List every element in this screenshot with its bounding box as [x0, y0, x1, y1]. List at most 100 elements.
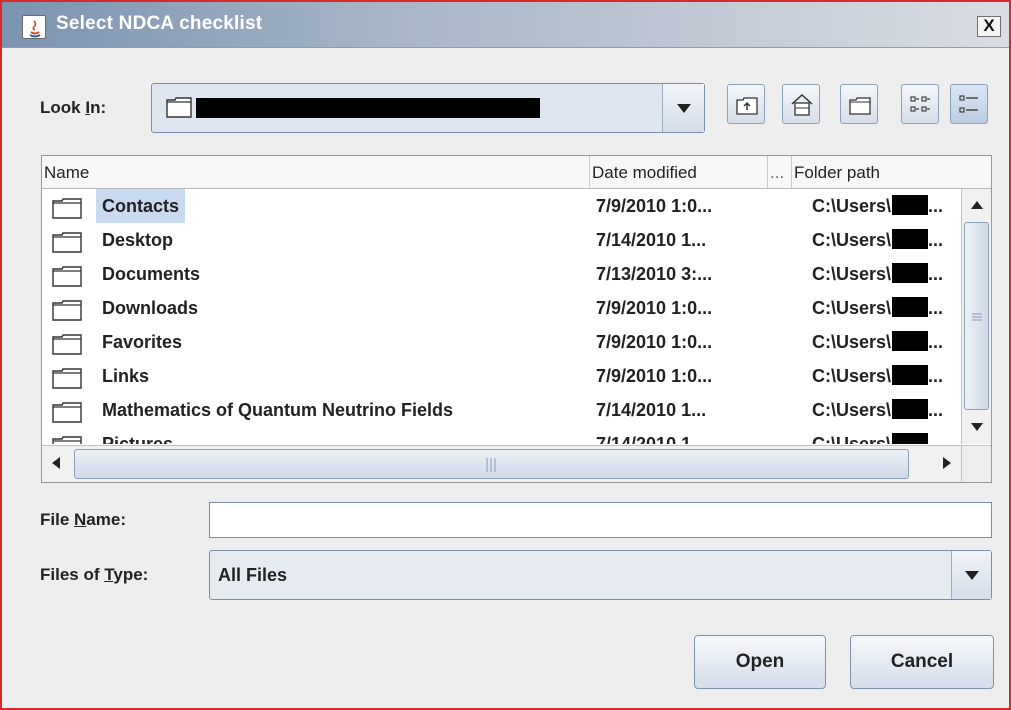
date-modified-cell: 7/9/2010 1:0... — [596, 196, 713, 216]
redacted-username — [892, 263, 929, 283]
folder-path-cell: C:\Users\ — [812, 427, 963, 444]
files-of-type-label: Files of Type: — [40, 565, 149, 584]
scroll-left-button[interactable] — [42, 446, 72, 482]
scroll-down-button[interactable] — [962, 411, 991, 444]
folder-path-text: C:\Users\ — [812, 298, 892, 318]
file-name-text: Desktop — [102, 230, 174, 250]
date-modified-cell: 7/9/2010 1:0... — [596, 298, 713, 318]
close-button[interactable]: X — [977, 16, 1001, 37]
open-button[interactable]: Open — [694, 635, 826, 689]
folder-icon — [52, 366, 82, 393]
table-row[interactable]: Pictures 7/14/2010 1... C:\Users\ — [42, 427, 963, 444]
table-row[interactable]: Links 7/9/2010 1:0... C:\Users\... — [42, 359, 963, 393]
folder-icon — [52, 196, 82, 223]
vertical-scrollbar[interactable] — [961, 189, 991, 444]
redacted-username — [892, 229, 929, 249]
folder-path-suffix: ... — [928, 366, 944, 386]
table-row[interactable]: Mathematics of Quantum Neutrino Fields 7/… — [42, 393, 963, 427]
folder-path-suffix: ... — [928, 196, 944, 216]
files-of-type-dropdown-button[interactable] — [951, 551, 991, 599]
folder-path-cell: C:\Users\... — [812, 291, 963, 325]
redacted-username — [892, 195, 929, 215]
files-of-type-value: All Files — [218, 565, 288, 585]
folder-path-suffix: ... — [928, 298, 944, 318]
file-rows: Contacts 7/9/2010 1:0... C:\Users\... Deskt… — [42, 189, 963, 444]
file-name-cell[interactable]: Favorites — [52, 325, 597, 359]
file-name-text: Favorites — [102, 332, 183, 352]
date-modified-cell: 7/9/2010 1:0... — [596, 332, 713, 352]
file-name-cell[interactable]: Pictures — [52, 427, 597, 444]
folder-icon — [52, 332, 82, 359]
file-name-input[interactable] — [209, 502, 992, 538]
scroll-right-button[interactable] — [933, 446, 963, 482]
table-header: Name Date modified ... Folder path — [42, 156, 991, 189]
folder-icon — [52, 400, 82, 427]
up-one-level-button[interactable] — [727, 84, 765, 124]
file-list-table[interactable]: Name Date modified ... Folder path Conta… — [41, 155, 992, 483]
list-view-button[interactable] — [901, 84, 939, 124]
java-icon — [22, 15, 46, 39]
file-name-text: Mathematics of Quantum Neutrino Fields — [102, 400, 454, 420]
column-header-date-modified[interactable]: Date modified — [590, 156, 768, 189]
files-of-type-combobox[interactable]: All Files — [209, 550, 992, 600]
column-header-ellipsis[interactable]: ... — [768, 156, 792, 189]
title-bar[interactable]: Select NDCA checklist X — [2, 2, 1009, 48]
details-view-button[interactable] — [950, 84, 988, 124]
file-name-cell[interactable]: Downloads — [52, 291, 597, 325]
redacted-username — [892, 297, 929, 317]
folder-icon — [166, 96, 192, 123]
column-header-folder-path[interactable]: Folder path — [792, 156, 991, 189]
folder-path-text: C:\Users\ — [812, 400, 892, 420]
folder-path-cell: C:\Users\... — [812, 257, 963, 291]
window-title: Select NDCA checklist — [56, 13, 263, 34]
date-modified-cell: 7/13/2010 3:... — [596, 264, 713, 284]
file-name-cell[interactable]: Documents — [52, 257, 597, 291]
table-row[interactable]: Downloads 7/9/2010 1:0... C:\Users\... — [42, 291, 963, 325]
file-chooser-dialog: Select NDCA checklist X Look In: Name Da… — [0, 0, 1011, 710]
folder-path-text: C:\Users\ — [812, 332, 892, 352]
scroll-corner — [961, 445, 991, 482]
folder-path-text: C:\Users\ — [812, 230, 892, 250]
horizontal-scrollbar[interactable] — [42, 445, 963, 482]
table-row[interactable]: Desktop 7/14/2010 1... C:\Users\... — [42, 223, 963, 257]
folder-path-cell: C:\Users\... — [812, 393, 963, 427]
look-in-combobox[interactable] — [151, 83, 705, 133]
folder-path-suffix: ... — [928, 230, 944, 250]
file-name-cell[interactable]: Links — [52, 359, 597, 393]
folder-path-text: C:\Users\ — [812, 434, 892, 444]
table-row[interactable]: Favorites 7/9/2010 1:0... C:\Users\... — [42, 325, 963, 359]
file-name-text: Links — [102, 366, 150, 386]
folder-icon — [52, 230, 82, 257]
home-button[interactable] — [782, 84, 820, 124]
folder-path-text: C:\Users\ — [812, 264, 892, 284]
folder-path-suffix: ... — [928, 400, 944, 420]
folder-path-suffix: ... — [928, 332, 944, 352]
date-modified-cell: 7/14/2010 1... — [596, 400, 707, 420]
look-in-dropdown-button[interactable] — [662, 84, 704, 132]
file-name-label: File Name: — [40, 510, 126, 529]
file-name-cell[interactable]: Desktop — [52, 223, 597, 257]
file-name-cell[interactable]: Contacts — [52, 189, 597, 223]
table-row[interactable]: Contacts 7/9/2010 1:0... C:\Users\... — [42, 189, 963, 223]
file-name-text: Contacts — [96, 189, 186, 223]
file-name-cell[interactable]: Mathematics of Quantum Neutrino Fields — [52, 393, 597, 427]
redacted-path — [196, 98, 540, 118]
look-in-label: Look In: — [40, 98, 107, 117]
folder-path-cell: C:\Users\... — [812, 359, 963, 393]
folder-icon — [52, 264, 82, 291]
table-row[interactable]: Documents 7/13/2010 3:... C:\Users\... — [42, 257, 963, 291]
folder-path-cell: C:\Users\... — [812, 325, 963, 359]
file-name-text: Downloads — [102, 298, 199, 318]
new-folder-button[interactable] — [840, 84, 878, 124]
column-header-name[interactable]: Name — [42, 156, 590, 189]
redacted-username — [892, 399, 929, 419]
scroll-up-button[interactable] — [962, 189, 991, 222]
redacted-username — [892, 331, 929, 351]
cancel-button[interactable]: Cancel — [850, 635, 994, 689]
date-modified-cell: 7/14/2010 1... — [596, 434, 707, 444]
horizontal-scroll-thumb[interactable] — [74, 449, 909, 479]
date-modified-cell: 7/14/2010 1... — [596, 230, 707, 250]
folder-path-text: C:\Users\ — [812, 366, 892, 386]
file-name-text: Pictures — [102, 434, 174, 444]
vertical-scroll-thumb[interactable] — [964, 222, 989, 410]
